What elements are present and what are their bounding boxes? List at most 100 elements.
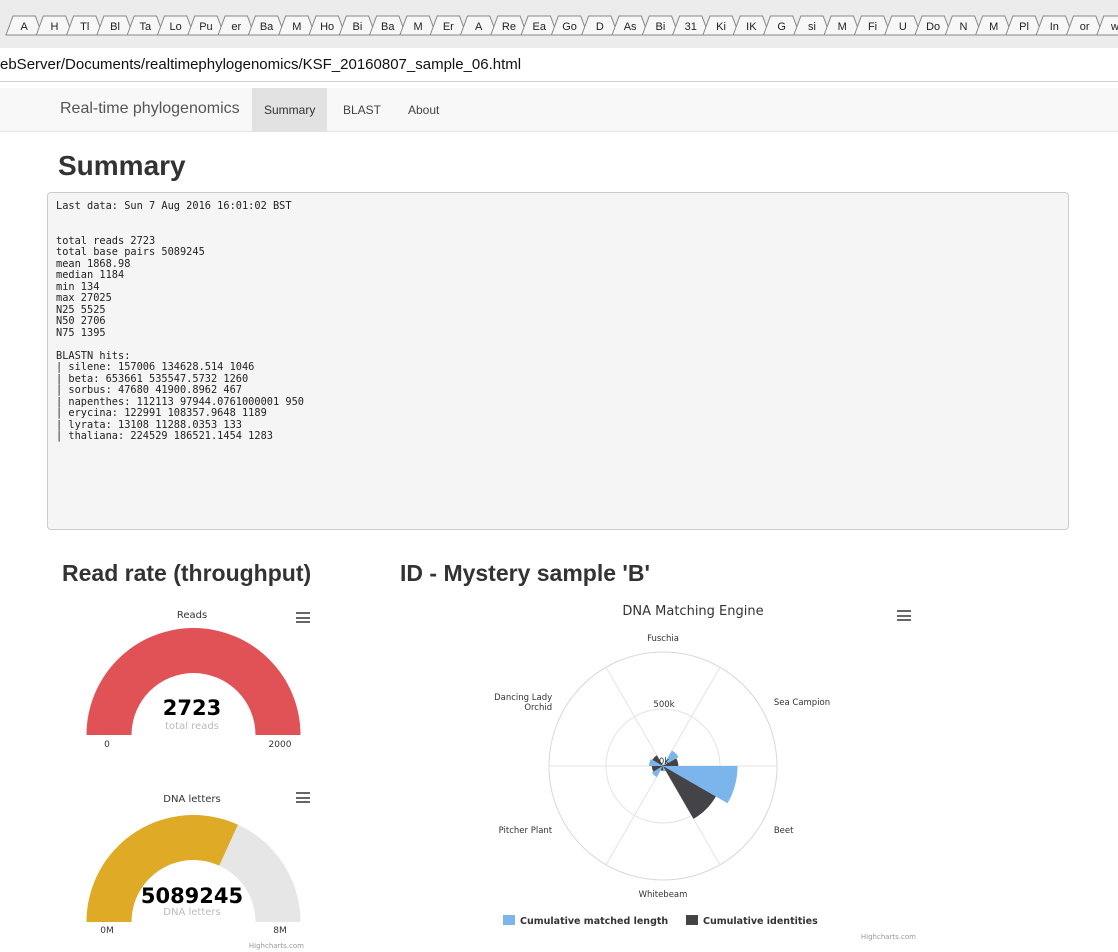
page-title: Summary <box>58 150 186 181</box>
browser-tab-label[interactable]: In <box>1050 21 1059 33</box>
summary-line: median 1184 <box>56 269 125 281</box>
browser-tab-label[interactable]: M <box>838 21 847 33</box>
legend-item[interactable]: Cumulative identities <box>686 915 818 927</box>
dna-gauge-title: DNA letters <box>163 794 220 805</box>
legend-item[interactable]: Cumulative matched length <box>503 915 668 927</box>
browser-tab-label[interactable]: Bl <box>110 21 120 33</box>
summary-line: | erycina: 122991 108357.9648 1189 <box>56 407 267 419</box>
browser-tab-label[interactable]: H <box>50 21 58 33</box>
browser-tab-label[interactable]: M <box>989 21 998 33</box>
browser-tab-label[interactable]: Lo <box>170 21 182 33</box>
summary-line: BLASTN hits: <box>56 349 131 362</box>
legend-swatch <box>686 915 698 925</box>
reads-gauge-chart: Reads 2723 total reads 0 2000 <box>86 610 301 750</box>
browser-tab-label[interactable]: Bi <box>656 21 666 33</box>
browser-tab-label[interactable]: Tl <box>80 21 89 33</box>
polar-category-label: Sea Campion <box>774 698 830 708</box>
browser-tab-label[interactable]: w <box>1110 21 1118 33</box>
summary-line: | silene: 157006 134628.514 1046 <box>56 361 255 373</box>
summary-line: max 27025 <box>56 292 112 304</box>
dna-gauge-value: 5089245 <box>141 884 243 908</box>
browser-tab-label[interactable]: Pu <box>199 21 212 33</box>
polar-spoke <box>605 765 664 865</box>
polar-tick-label: 0k <box>659 757 669 767</box>
browser-tab-label[interactable]: As <box>624 21 637 33</box>
gauge-credit[interactable]: Highcharts.com <box>249 942 304 950</box>
url-text[interactable]: ebServer/Documents/realtimephylogenomics… <box>0 56 521 73</box>
summary-line: | thaliana: 224529 186521.1454 1283 <box>56 430 273 442</box>
summary-line: Last data: Sun 7 Aug 2016 16:01:02 BST <box>56 200 292 212</box>
browser-tab-label[interactable]: Ki <box>716 21 726 33</box>
browser-tab-label[interactable]: N <box>959 21 967 33</box>
navbar: Real-time phylogenomics Summary BLAST Ab… <box>0 88 1118 132</box>
polar-chart-menu-icon[interactable] <box>897 610 911 621</box>
browser-tab-label[interactable]: si <box>808 21 816 33</box>
browser-tab-label[interactable]: U <box>899 21 907 33</box>
summary-line: mean 1868.98 <box>56 257 131 270</box>
summary-line: | beta: 653661 535547.5732 1260 <box>56 372 249 385</box>
dna-gauge-sublabel: DNA letters <box>163 907 220 918</box>
reads-gauge-value: 2723 <box>163 696 221 720</box>
reads-gauge-min: 0 <box>104 740 110 750</box>
browser-tab-label[interactable]: D <box>596 21 604 33</box>
polar-category-label: Dancing Lady Orchid <box>494 693 552 713</box>
legend-label[interactable]: Cumulative identities <box>703 916 818 927</box>
browser-tab-label[interactable]: Re <box>502 21 516 33</box>
reads-chart-menu-icon[interactable] <box>296 612 310 623</box>
dna-matching-chart: DNA Matching Engine Sea Campion Beet White… <box>494 604 916 941</box>
browser-tab-label[interactable]: or <box>1080 21 1090 33</box>
legend-label[interactable]: Cumulative matched length <box>520 916 668 927</box>
nav-summary[interactable]: Summary <box>252 88 328 132</box>
polar-spoke <box>662 667 721 767</box>
polar-category-label: Fuschia <box>647 634 679 644</box>
summary-line: min 134 <box>56 280 100 293</box>
reads-gauge-max: 2000 <box>269 740 292 750</box>
nav-about[interactable]: About <box>396 88 451 132</box>
browser-tab-label[interactable]: A <box>475 21 483 33</box>
polar-category-label: Beet <box>774 826 794 836</box>
browser-tab[interactable]: w <box>1096 15 1118 36</box>
summary-line: total reads 2723 <box>56 234 156 247</box>
browser-tab-label[interactable]: Ba <box>260 21 274 33</box>
dna-gauge-chart: DNA letters 5089245 DNA letters 0M 8M Hi… <box>86 794 304 950</box>
browser-tab-label[interactable]: G <box>777 21 786 33</box>
summary-line: | napenthes: 112113 97944.0761000001 950 <box>56 395 304 408</box>
browser-tab-label[interactable]: Ba <box>381 21 395 33</box>
summary-line: | lyrata: 13108 11288.0353 133 <box>56 418 242 431</box>
read-rate-heading: Read rate (throughput) <box>62 560 312 586</box>
dna-gauge-max: 8M <box>273 926 287 936</box>
browser-tab-label[interactable]: Ea <box>533 21 547 33</box>
polar-credit[interactable]: Highcharts.com <box>861 933 916 941</box>
chart-legend: Cumulative matched length Cumulative iden… <box>503 915 818 927</box>
browser-tab-label[interactable]: M <box>292 21 301 33</box>
id-heading: ID - Mystery sample 'B' <box>400 560 650 586</box>
summary-line: total base pairs 5089245 <box>56 246 205 258</box>
tab-row: A H Tl Bl Ta Lo Pu er Ba M Ho Bi Ba M Er A Re Ea Go D As Bi 31… <box>5 15 1118 36</box>
browser-tab-label[interactable]: Bi <box>353 21 363 33</box>
navbar-brand[interactable]: Real-time phylogenomics <box>60 100 240 118</box>
reads-gauge-title: Reads <box>177 610 207 621</box>
browser-tab-label[interactable]: Ta <box>140 21 153 33</box>
polar-tick-label: 500k <box>653 700 674 710</box>
address-bar[interactable]: ebServer/Documents/realtimephylogenomics… <box>0 48 1118 82</box>
browser-tab-label[interactable]: Pl <box>1019 21 1029 33</box>
polar-category-label: Whitebeam <box>639 890 688 900</box>
browser-tab-label[interactable]: 31 <box>685 21 697 33</box>
polar-spoke <box>605 667 664 767</box>
browser-tab-label[interactable]: A <box>20 21 28 33</box>
polar-category-label: Pitcher Plant <box>499 826 553 836</box>
reads-gauge-sublabel: total reads <box>165 721 219 732</box>
browser-tab-label[interactable]: M <box>413 21 422 33</box>
browser-tab-label[interactable]: IK <box>746 21 757 33</box>
browser-tab-label[interactable]: Ho <box>320 21 334 33</box>
browser-tab-label[interactable]: Er <box>443 21 454 33</box>
browser-tab-label[interactable]: Go <box>562 21 577 33</box>
summary-line: N25 5525 <box>56 303 106 316</box>
summary-line: N50 2706 <box>56 315 106 327</box>
nav-blast[interactable]: BLAST <box>331 88 393 132</box>
browser-tab-label[interactable]: Fi <box>868 21 877 33</box>
browser-tab-label[interactable]: er <box>231 21 241 33</box>
browser-tab-strip: A H Tl Bl Ta Lo Pu er Ba M Ho Bi Ba M Er A Re Ea Go D As Bi 31… <box>0 0 1118 48</box>
dna-chart-menu-icon[interactable] <box>296 792 310 803</box>
browser-tab-label[interactable]: Do <box>926 21 940 33</box>
